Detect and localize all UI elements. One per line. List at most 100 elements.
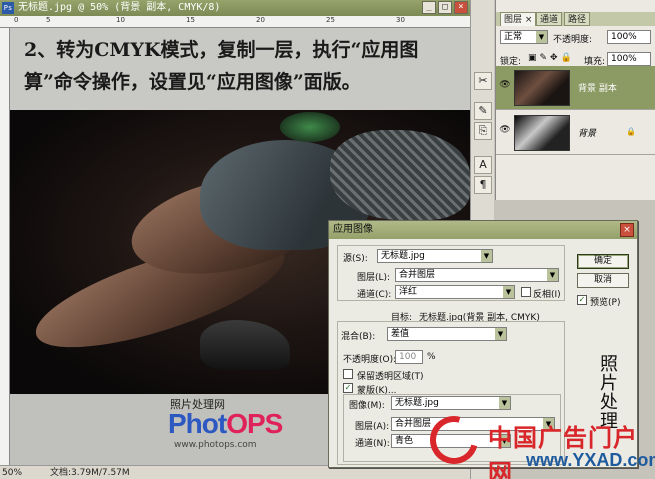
mask-image-value: 无标题.jpg bbox=[395, 398, 439, 408]
close-button[interactable]: × bbox=[454, 1, 468, 14]
horizontal-ruler[interactable]: 0 5 10 15 20 25 30 bbox=[0, 16, 470, 28]
mask-image-label: 图像(M): bbox=[349, 401, 385, 411]
blending-label: 混合(B): bbox=[341, 332, 376, 342]
photoshop-icon: Ps bbox=[2, 2, 14, 14]
layer-thumbnail bbox=[514, 115, 570, 151]
blending-select[interactable]: 差值 ▼ bbox=[387, 327, 507, 341]
watermark-url: www.YXAD.com bbox=[526, 450, 655, 470]
logo-wordmark-a: Phot bbox=[168, 408, 227, 439]
ruler-mark: 30 bbox=[396, 16, 405, 24]
ruler-mark: 0 bbox=[14, 16, 19, 24]
chevron-down-icon: ▼ bbox=[499, 397, 510, 409]
source-select[interactable]: 无标题.jpg ▼ bbox=[377, 249, 493, 263]
logo-wordmark-b: OPS bbox=[226, 408, 283, 439]
text-tool-icon[interactable]: A bbox=[474, 156, 492, 174]
preview-checkbox[interactable]: ✓ bbox=[577, 295, 587, 305]
photops-logo: 照片处理网 PhotOPS www.photops.com bbox=[160, 396, 330, 456]
instruction-line: 算”命令操作，设置见“应用图像”面版。 bbox=[24, 71, 361, 93]
channel-label: 通道(C): bbox=[357, 290, 392, 300]
ruler-mark: 5 bbox=[46, 16, 51, 24]
eye-icon[interactable]: 👁 bbox=[499, 125, 511, 137]
blending-value: 差值 bbox=[391, 329, 410, 339]
opacity-field[interactable]: 100% bbox=[607, 30, 651, 44]
ruler-mark: 10 bbox=[116, 16, 125, 24]
layer-row-background[interactable]: 👁 背景 🔒 bbox=[496, 111, 655, 155]
scissors-icon[interactable]: ✂ bbox=[474, 72, 492, 90]
paragraph-icon[interactable]: ¶ bbox=[474, 176, 492, 194]
instruction-line: 2、转为CMYK模式，复制一层，执行“应用图 bbox=[24, 39, 419, 61]
channel-select[interactable]: 洋红 ▼ bbox=[395, 285, 515, 299]
blend-mode-value: 正常 bbox=[504, 32, 523, 42]
layer-label: 图层(L): bbox=[357, 273, 391, 283]
source-label: 源(S): bbox=[343, 254, 368, 264]
layer-thumbnail bbox=[514, 70, 570, 106]
maximize-button[interactable]: □ bbox=[438, 1, 452, 14]
dialog-titlebar[interactable]: 应用图像 × bbox=[329, 221, 637, 239]
photo-cloth bbox=[330, 130, 470, 220]
yxad-watermark: 中国广告门户网 www.YXAD.com bbox=[421, 407, 655, 479]
layer-select[interactable]: 合并图层 ▼ bbox=[395, 268, 559, 282]
mask-checkbox[interactable]: ✓ bbox=[343, 383, 353, 393]
layer-name: 背景 副本 bbox=[578, 84, 617, 94]
close-icon[interactable]: × bbox=[620, 223, 634, 237]
opacity-label: 不透明度: bbox=[553, 35, 593, 45]
document-titlebar[interactable]: Ps 无标题.jpg @ 50% (背景 副本, CMYK/8) _ □ × bbox=[0, 0, 470, 16]
opacity-unit: % bbox=[427, 352, 436, 362]
layer-row-background-copy[interactable]: 👁 背景 副本 bbox=[496, 66, 655, 110]
photo-green-highlight bbox=[280, 112, 340, 142]
logo-url: www.photops.com bbox=[174, 440, 257, 450]
photoshop-screen: Ps 无标题.jpg @ 50% (背景 副本, CMYK/8) _ □ × 0… bbox=[0, 0, 655, 479]
channel-value: 洋红 bbox=[399, 287, 418, 297]
mask-channel-value: 青色 bbox=[395, 436, 414, 446]
preview-label: 预览(P) bbox=[590, 298, 621, 308]
mask-channel-label: 通道(N): bbox=[355, 439, 390, 449]
zoom-level[interactable]: 50% bbox=[2, 466, 22, 479]
chevron-down-icon: ▼ bbox=[536, 31, 547, 43]
document-size: 文档:3.79M/7.57M bbox=[50, 468, 130, 478]
ruler-mark: 25 bbox=[326, 16, 335, 24]
opacity-label: 不透明度(O): bbox=[343, 355, 397, 365]
opacity-value: 100% bbox=[611, 32, 637, 42]
chevron-down-icon: ▼ bbox=[481, 250, 492, 262]
lock-icons[interactable]: ▣✎✥🔒 bbox=[528, 53, 575, 63]
panel-tabs: 图层 × 通道 路径 bbox=[496, 12, 655, 26]
dialog-title: 应用图像 bbox=[333, 224, 373, 235]
preserve-transparency-label: 保留透明区域(T) bbox=[357, 372, 424, 382]
vertical-ruler[interactable] bbox=[0, 28, 10, 465]
opacity-input[interactable]: 100 bbox=[395, 350, 423, 364]
yxad-logo-icon bbox=[421, 407, 487, 473]
logo-wordmark: PhotOPS bbox=[168, 408, 283, 440]
mask-layer-value: 合并图层 bbox=[395, 419, 432, 429]
invert-label: 反相(I) bbox=[533, 290, 561, 300]
chevron-down-icon: ▼ bbox=[495, 328, 506, 340]
mask-image-select[interactable]: 无标题.jpg ▼ bbox=[391, 396, 511, 410]
chevron-down-icon: ▼ bbox=[547, 269, 558, 281]
fill-value: 100% bbox=[611, 54, 637, 64]
stamp-icon[interactable]: ⎘ bbox=[474, 122, 492, 140]
layer-name: 背景 bbox=[578, 129, 597, 139]
invert-checkbox[interactable] bbox=[521, 287, 531, 297]
tab-channels[interactable]: 通道 bbox=[536, 12, 563, 26]
preserve-transparency-checkbox[interactable] bbox=[343, 369, 353, 379]
fill-field[interactable]: 100% bbox=[607, 52, 651, 66]
ok-button[interactable]: 确定 bbox=[577, 254, 629, 269]
chevron-down-icon: ▼ bbox=[503, 286, 514, 298]
eye-icon[interactable]: 👁 bbox=[499, 80, 511, 92]
photo-shoe bbox=[200, 320, 290, 370]
ruler-mark: 20 bbox=[256, 16, 265, 24]
instruction-text: 2、转为CMYK模式，复制一层，执行“应用图 算”命令操作，设置见“应用图像”面… bbox=[10, 28, 470, 110]
tab-layers[interactable]: 图层 × bbox=[500, 12, 537, 26]
source-value: 无标题.jpg bbox=[381, 251, 425, 261]
brush-icon[interactable]: ✎ bbox=[474, 102, 492, 120]
blend-mode-select[interactable]: 正常 ▼ bbox=[500, 30, 548, 44]
lock-icon: 🔒 bbox=[626, 127, 636, 136]
layers-panel: 图层 × 通道 路径 正常 ▼ 不透明度: 100% 锁定: ▣✎✥🔒 填充: … bbox=[495, 0, 655, 200]
tab-paths[interactable]: 路径 bbox=[564, 12, 591, 26]
cancel-button[interactable]: 取消 bbox=[577, 273, 629, 288]
document-title: 无标题.jpg @ 50% (背景 副本, CMYK/8) bbox=[18, 2, 221, 13]
window-controls: _ □ × bbox=[422, 1, 468, 14]
layer-value: 合并图层 bbox=[399, 270, 436, 280]
minimize-button[interactable]: _ bbox=[422, 1, 436, 14]
mask-layer-label: 图层(A): bbox=[355, 422, 390, 432]
ruler-mark: 15 bbox=[186, 16, 195, 24]
